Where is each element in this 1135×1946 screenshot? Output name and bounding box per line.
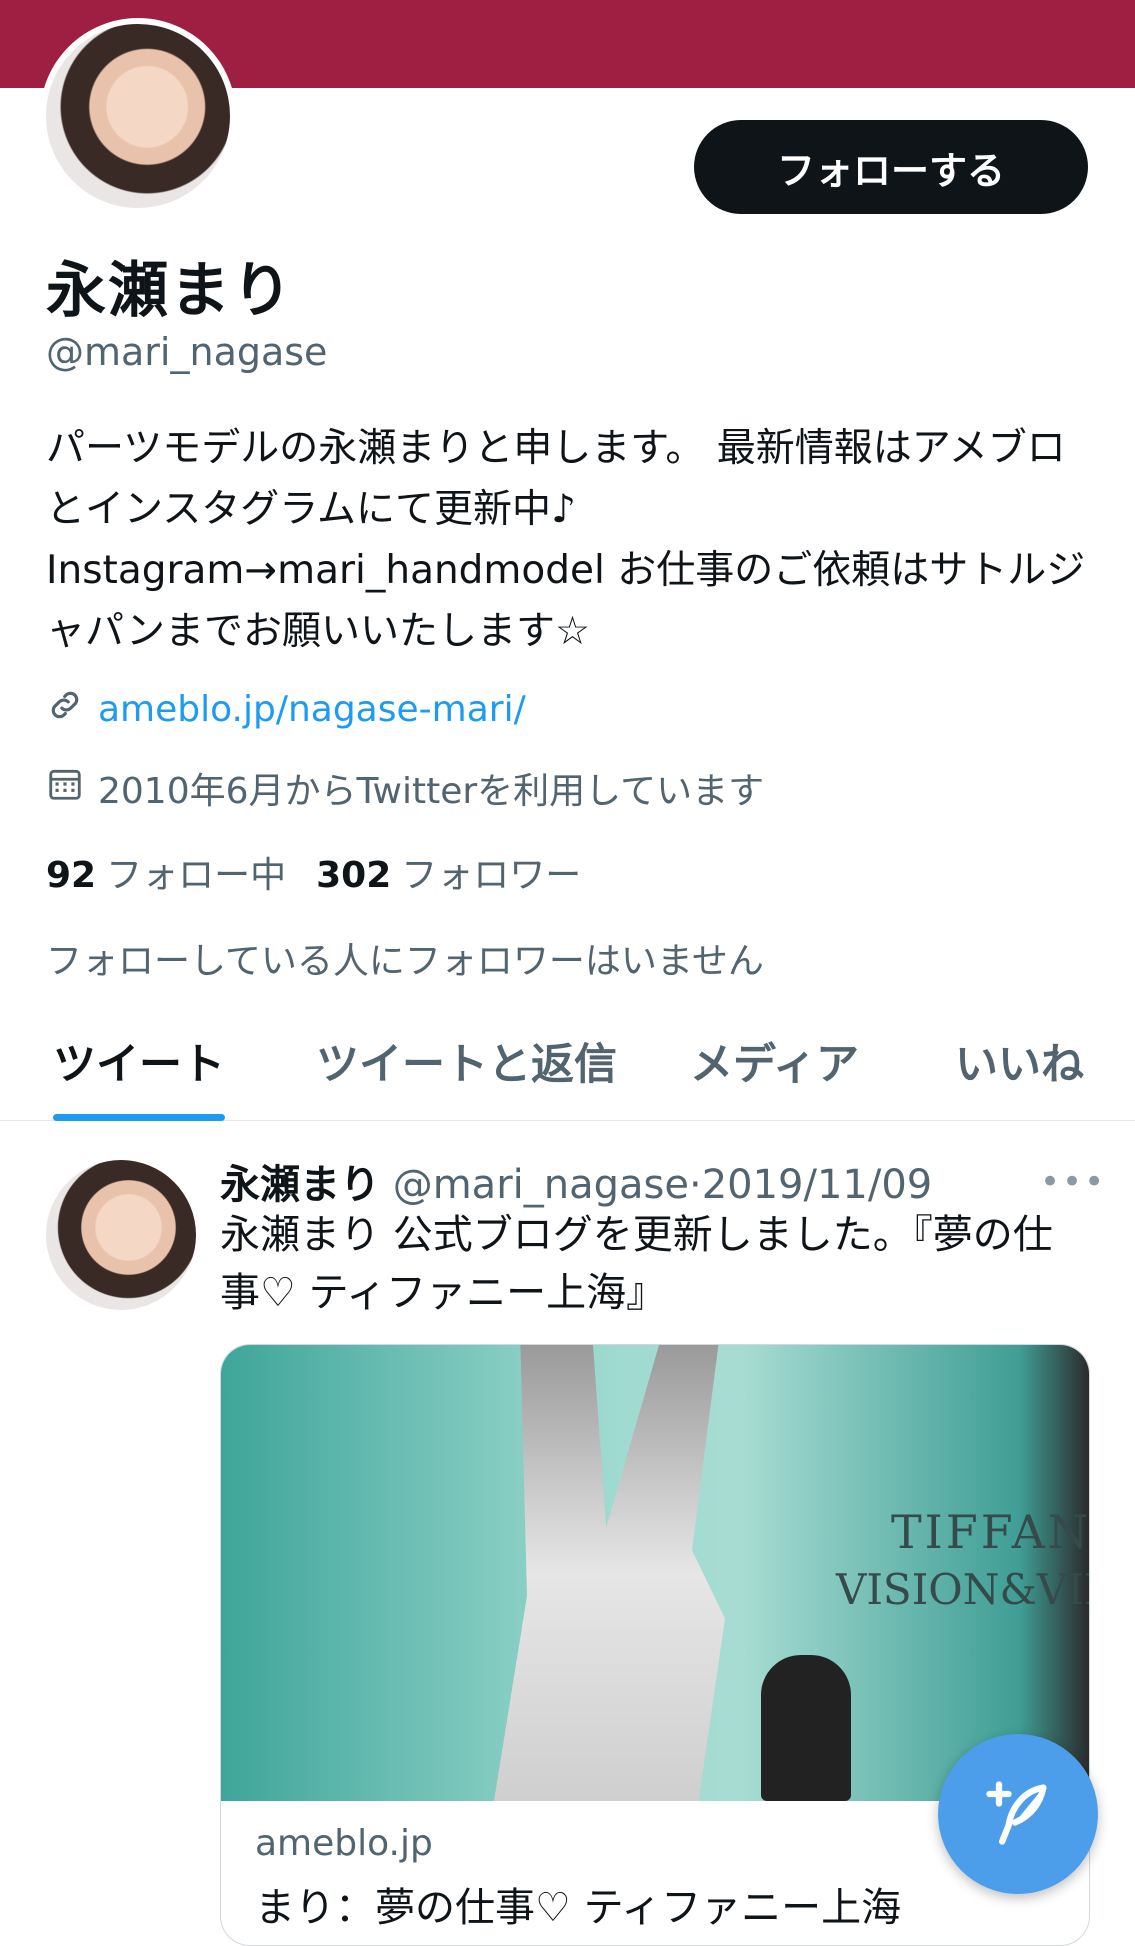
- following-label: フォロー中: [106, 855, 287, 896]
- tweet-header: 永瀬まり @mari_nagase·2019/11/09: [220, 1152, 932, 1210]
- profile-name: 永瀬まり: [46, 256, 294, 326]
- card-image-brand-text: TIFFANY: [891, 1505, 1090, 1559]
- card-image-brand-subtext: VISION&VIRT: [836, 1565, 1089, 1614]
- tweet-date[interactable]: 2019/11/09: [702, 1162, 933, 1208]
- tab-media[interactable]: メディア: [690, 1030, 859, 1092]
- calendar-icon: [46, 765, 84, 812]
- card-title: まり：夢の仕事♡ ティファニー上海: [255, 1885, 902, 1931]
- following-link[interactable]: 92 フォロー中: [46, 846, 286, 898]
- active-tab-indicator: [53, 1114, 225, 1121]
- followers-count: 302: [316, 855, 392, 896]
- profile-handle: @mari_nagase: [46, 330, 328, 374]
- card-image-hand: [494, 1345, 725, 1801]
- tab-tweets-and-replies[interactable]: ツイートと返信: [316, 1030, 617, 1092]
- followers-link[interactable]: 302 フォロワー: [316, 846, 581, 898]
- tweet-avatar[interactable]: [46, 1160, 196, 1310]
- followers-label: フォロワー: [401, 855, 582, 896]
- tweet-author-name[interactable]: 永瀬まり: [220, 1162, 380, 1208]
- follow-counts: 92 フォロー中 302 フォロワー: [46, 846, 581, 898]
- profile-link-row[interactable]: ameblo.jp/nagase-mari/: [46, 686, 526, 733]
- card-image: TIFFANY VISION&VIRT: [221, 1345, 1089, 1801]
- profile-tabs: ツイート ツイートと返信 メディア いいね: [0, 1002, 1135, 1121]
- link-icon: [46, 686, 84, 733]
- profile-link[interactable]: ameblo.jp/nagase-mari/: [98, 689, 526, 730]
- following-count: 92: [46, 855, 97, 896]
- more-options-icon[interactable]: •••: [1040, 1162, 1106, 1202]
- compose-tweet-button[interactable]: [938, 1734, 1098, 1894]
- tab-tweets[interactable]: ツイート: [53, 1030, 225, 1092]
- profile-bio: パーツモデルの永瀬まりと申します。 最新情報はアメブロとインスタグラムにて更新中…: [46, 426, 1086, 654]
- joined-date: 2010年6月からTwitterを利用しています: [98, 771, 765, 812]
- tweet-text: 永瀬まり 公式ブログを更新しました。『夢の仕事♡ ティファニー上海』: [220, 1212, 1053, 1316]
- joined-row: 2010年6月からTwitterを利用しています: [46, 762, 764, 814]
- tweet-separator: ·: [688, 1162, 702, 1208]
- follow-button[interactable]: フォローする: [694, 120, 1088, 214]
- avatar-image: [46, 24, 230, 208]
- tab-likes[interactable]: いいね: [955, 1030, 1084, 1092]
- tweet-author-handle[interactable]: @mari_nagase: [393, 1162, 689, 1208]
- profile-avatar[interactable]: [40, 18, 236, 214]
- card-image-person: [761, 1655, 851, 1801]
- card-domain: ameblo.jp: [255, 1823, 433, 1864]
- followers-you-know: フォローしている人にフォロワーはいません: [46, 941, 764, 982]
- compose-tweet-icon: [980, 1775, 1056, 1854]
